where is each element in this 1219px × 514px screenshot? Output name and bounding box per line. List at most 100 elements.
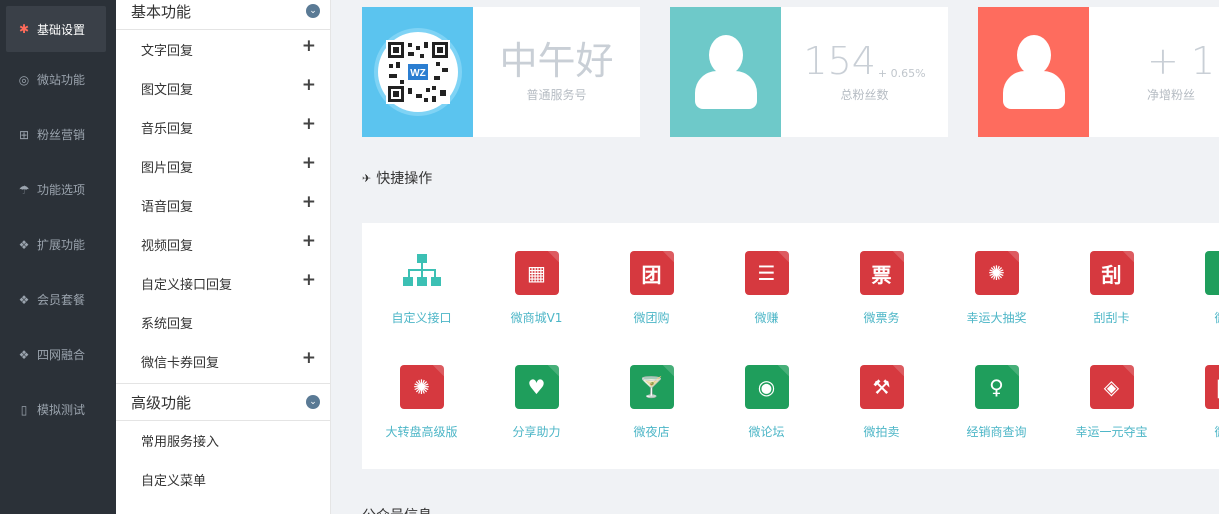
quick-action-tile[interactable]: ✺ 大转盘高级版 — [364, 365, 479, 440]
quick-action-tile[interactable]: 微美 — [1169, 251, 1219, 326]
chevron-down-icon[interactable]: ⌄ — [306, 395, 320, 409]
quick-action-label: 微团 — [1169, 423, 1219, 440]
quick-action-tile[interactable]: ✺ 幸运大抽奖 — [939, 251, 1054, 326]
submenu-item-label: 系统回复 — [141, 317, 194, 332]
plus-icon[interactable]: + — [302, 116, 316, 133]
nav-item-1[interactable]: ◎ 微站功能 — [0, 52, 116, 107]
submenu-item[interactable]: 视频回复 + — [116, 225, 330, 264]
wheel-icon: ✺ — [974, 251, 1019, 295]
main-content: WZ 中午好 普通服务号 154 + 0.65% 总粉丝数 + 1 净增粉丝 ✈… — [332, 0, 1219, 514]
plus-icon[interactable]: + — [302, 38, 316, 55]
stat-card-fans: 154 + 0.65% 总粉丝数 — [670, 7, 948, 137]
nav-item-3[interactable]: ☂ 功能选项 — [0, 162, 116, 217]
submenu-item[interactable]: 语音回复 + — [116, 186, 330, 225]
submenu-item[interactable]: 图文回复 + — [116, 69, 330, 108]
mobile-icon: ▯ — [20, 402, 28, 417]
nav-item-6[interactable]: ❖ 四网融合 — [0, 327, 116, 382]
submenu-item-label: 视频回复 — [141, 239, 194, 254]
quick-action-tile[interactable]: ◉ 微论坛 — [709, 365, 824, 440]
total-fans-label: 总粉丝数 — [840, 87, 889, 102]
total-fans-value: 154 — [803, 38, 876, 83]
plus-icon[interactable]: + — [302, 77, 316, 94]
quick-action-label: 微团购 — [633, 311, 670, 325]
quick-action-tile[interactable]: ◈ 幸运一元夺宝 — [1054, 365, 1169, 440]
plus-icon[interactable]: + — [302, 155, 316, 172]
left-nav: ✱ 基础设置 ◎ 微站功能 ⊞ 粉丝营销 ☂ 功能选项 ❖ 扩展功能 ❖ 会员套餐 ❖ 四网融合 ▯ 模拟测试 — [0, 0, 116, 514]
nav-item-label: 会员套餐 — [37, 293, 86, 307]
submenu-item[interactable]: 微信卡券回复 + — [116, 342, 330, 381]
submenu-item[interactable]: 自定义接口回复 + — [116, 264, 330, 303]
quick-action-tile[interactable]: 自定义接口 — [364, 251, 479, 326]
nav-item-label: 粉丝营销 — [37, 128, 86, 142]
submenu-item-label: 文字回复 — [141, 44, 194, 59]
stat-card-growth: + 1 净增粉丝 — [978, 7, 1219, 137]
quick-action-tile[interactable]: 刮刮刮卡 — [1054, 251, 1169, 326]
chevron-down-icon[interactable]: ⌄ — [306, 4, 320, 18]
treasure-icon: ◈ — [1089, 365, 1134, 409]
quick-actions-panel: 自定义接口▦微商城V1团微团购☰微赚票微票务✺幸运大抽奖刮刮刮卡微美✺大转盘高级… — [362, 223, 1219, 469]
submenu-item[interactable]: 音乐回复 + — [116, 108, 330, 147]
submenu-item[interactable]: 自定义菜单 — [116, 460, 330, 499]
nav-item-2[interactable]: ⊞ 粉丝营销 — [0, 107, 116, 162]
nav-item-4[interactable]: ❖ 扩展功能 — [0, 217, 116, 272]
nav-item-label: 基础设置 — [37, 22, 86, 37]
quick-action-label: 分享助力 — [512, 425, 561, 439]
plus-icon[interactable]: + — [302, 194, 316, 211]
plane-icon: ✈ — [362, 171, 372, 185]
plus-icon[interactable]: + — [302, 233, 316, 250]
quick-action-tile[interactable]: 团微团 — [1169, 365, 1219, 440]
submenu-item[interactable]: 系统回复 — [116, 303, 330, 342]
quick-action-label: 大转盘高级版 — [385, 425, 458, 439]
quick-action-tile[interactable]: 票微票务 — [824, 251, 939, 326]
quick-action-tile[interactable]: ☰ 微赚 — [709, 251, 824, 326]
qr-code-icon: WZ — [377, 32, 458, 112]
stat-card-text: 154 + 0.65% 总粉丝数 — [781, 7, 948, 137]
quick-action-label: 刮刮卡 — [1093, 311, 1130, 325]
quick-action-label: 微论坛 — [748, 425, 785, 439]
user-icon — [1002, 35, 1065, 109]
cocktail-icon: 🍸 — [629, 365, 674, 409]
gear-icon: ✱ — [18, 22, 30, 36]
building-icon: ▦ — [514, 251, 559, 295]
group-title-basic[interactable]: 基本功能 ⌄ — [116, 0, 330, 30]
submenu-item-label: 图片回复 — [141, 161, 194, 176]
submenu-item-label: 图文回复 — [141, 83, 194, 98]
quick-action-label: 经销商查询 — [966, 425, 1027, 439]
quick-action-label: 微商城V1 — [510, 311, 563, 325]
quick-action-tile[interactable]: ♥ 分享助力 — [479, 365, 594, 440]
cubes-icon: ❖ — [18, 347, 30, 362]
group-buy-icon: 团 — [629, 251, 674, 295]
sitemap-icon — [400, 251, 444, 295]
nav-item-0[interactable]: ✱ 基础设置 — [6, 6, 106, 52]
group-title-label: 基本功能 — [131, 2, 192, 21]
heart-bubble-icon: ♥ — [514, 365, 559, 409]
plus-icon[interactable]: + — [302, 272, 316, 289]
gavel-icon: ⚒ — [859, 365, 904, 409]
quick-action-label: 自定义接口 — [391, 311, 452, 325]
nav-item-7[interactable]: ▯ 模拟测试 — [0, 382, 116, 437]
nav-item-5[interactable]: ❖ 会员套餐 — [0, 272, 116, 327]
stat-card-icon-area: WZ — [362, 7, 473, 137]
quick-action-tile[interactable]: ♀ 经销商查询 — [939, 365, 1054, 440]
plus-icon[interactable]: + — [302, 350, 316, 367]
greeting-text: 中午好 — [499, 38, 614, 83]
scratch-icon: 刮 — [1089, 251, 1134, 295]
submenu-item[interactable]: 常用服务接入 — [116, 421, 330, 460]
quick-action-tile[interactable]: 🍸 微夜店 — [594, 365, 709, 440]
net-fans-label: 净增粉丝 — [1147, 87, 1196, 102]
submenu-item[interactable]: 图片回复 + — [116, 147, 330, 186]
net-fans-value: + 1 — [1147, 38, 1216, 83]
submenu-item[interactable]: 文字回复 + — [116, 30, 330, 69]
stat-card-greeting: WZ 中午好 普通服务号 — [362, 7, 640, 137]
quick-action-tile[interactable]: ▦ 微商城V1 — [479, 251, 594, 326]
quick-action-tile[interactable]: ⚒ 微拍卖 — [824, 365, 939, 440]
group-title-advanced[interactable]: 高级功能 ⌄ — [116, 383, 330, 421]
submenu-item-label: 自定义接口回复 — [141, 278, 233, 293]
quick-action-label: 微美 — [1169, 309, 1219, 326]
nav-item-label: 四网融合 — [37, 348, 86, 362]
quick-actions-title: ✈ 快捷操作 — [362, 168, 432, 188]
nav-item-label: 扩展功能 — [37, 238, 86, 252]
quick-action-tile[interactable]: 团微团购 — [594, 251, 709, 326]
nav-item-label: 微站功能 — [37, 73, 86, 87]
stat-card-icon-area — [978, 7, 1089, 137]
